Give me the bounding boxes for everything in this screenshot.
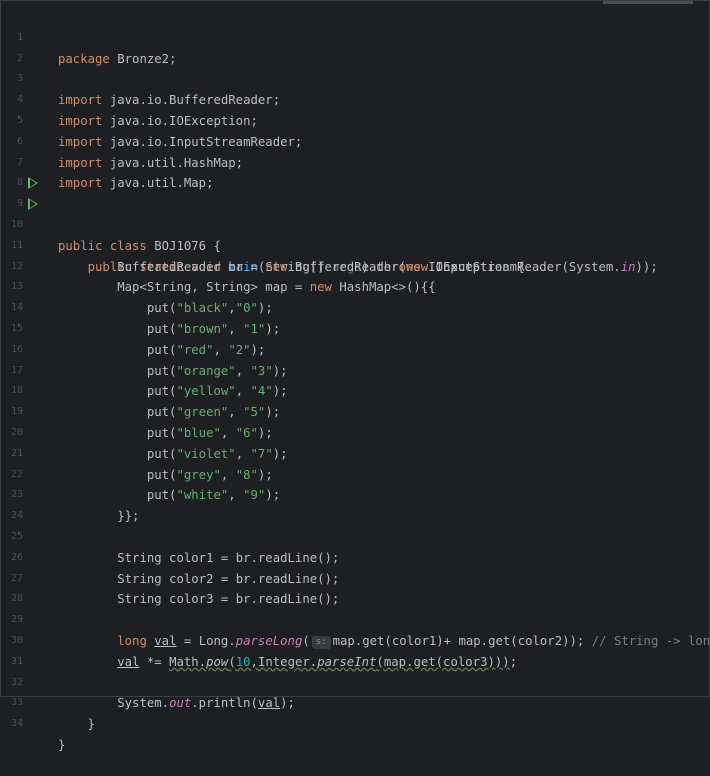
code-line-28[interactable]: 28: [1, 569, 701, 604]
code-line-19[interactable]: 19 put("blue", "6");: [1, 381, 701, 440]
code-line-31[interactable]: 31: [1, 631, 701, 667]
code-line-10[interactable]: 10 public static void main(String[] args…: [1, 194, 701, 274]
code-line-23[interactable]: 23 }};: [1, 465, 701, 523]
code-line-2[interactable]: 2: [1, 28, 701, 64]
code-line-32[interactable]: 32 System.out.println(val);: [1, 652, 701, 711]
code-line-18[interactable]: 18 put("green", "5");: [1, 361, 701, 419]
code-line-11[interactable]: 11 BufferedReader br = new BufferedReade…: [1, 215, 701, 274]
run-gutter-icon[interactable]: [28, 198, 38, 211]
code-text: }: [87, 717, 96, 732]
code-line-20[interactable]: 20 put("violet", "7");: [1, 402, 701, 461]
code-line-21[interactable]: 21 put("grey", "8");: [1, 423, 701, 482]
code-line-4[interactable]: 4 import java.io.IOException;: [1, 69, 701, 128]
code-area[interactable]: 1 package Bronze2; 2 3 import java.io.Bu…: [1, 7, 710, 752]
code-line-25[interactable]: 25 String color1 = br.readLine();: [1, 506, 701, 565]
code-editor[interactable]: 1 package Bronze2; 2 3 import java.io.Bu…: [0, 0, 710, 752]
code-line-14[interactable]: 14 put("brown", "1");: [1, 277, 701, 336]
code-line-8[interactable]: 8: [1, 153, 701, 188]
code-line-26[interactable]: 26 String color2 = br.readLine();: [1, 527, 701, 586]
code-line-6[interactable]: 6 import java.util.HashMap;: [1, 111, 701, 170]
code-line-16[interactable]: 16 put("orange", "3");: [1, 319, 701, 378]
run-gutter-icon[interactable]: [28, 177, 38, 190]
line-number: 34: [10, 718, 23, 730]
code-line-22[interactable]: 22 put("white", "9");: [1, 444, 701, 503]
code-line-13[interactable]: 13 put("black","0");: [1, 257, 701, 315]
code-line-9[interactable]: 9 public class BOJ1076 {: [1, 173, 701, 253]
code-line-27[interactable]: 27 String color3 = br.readLine();: [1, 548, 701, 607]
code-line-17[interactable]: 17 put("yellow", "4");: [1, 340, 701, 399]
scroll-indicator[interactable]: [603, 1, 693, 4]
code-line-33[interactable]: 33 }: [1, 673, 701, 731]
code-line-29[interactable]: 29 long val = Long.parseLong(s: map.get(c…: [1, 589, 710, 649]
code-line-5[interactable]: 5 import java.io.InputStreamReader;: [1, 90, 701, 149]
code-line-1[interactable]: 1 package Bronze2;: [1, 7, 701, 66]
code-line-3[interactable]: 3 import java.io.BufferedReader;: [1, 49, 701, 107]
code-line-30[interactable]: 30 val *= Math.pow(10,Integer.parseInt(m…: [1, 610, 701, 669]
code-line-12[interactable]: 12 Map<String, String> map = new HashMap…: [1, 236, 701, 295]
code-line-7[interactable]: 7 import java.util.Map;: [1, 132, 701, 191]
code-text: }: [58, 737, 66, 752]
code-line-34[interactable]: 34 }: [1, 693, 701, 752]
code-line-15[interactable]: 15 put("red", "2");: [1, 298, 701, 357]
code-line-24[interactable]: 24: [1, 485, 701, 521]
